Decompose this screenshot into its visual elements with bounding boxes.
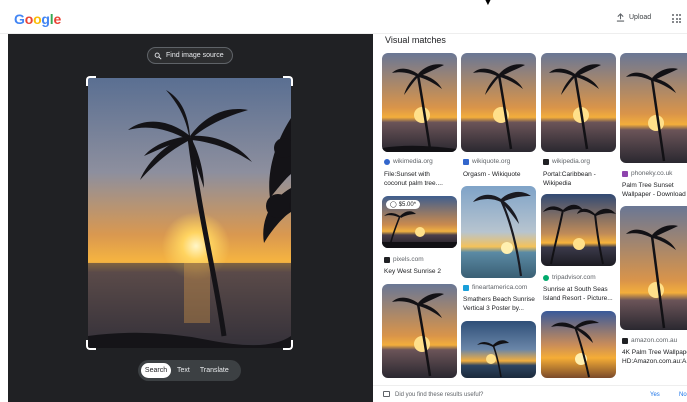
tripadvisor-favicon-icon (543, 274, 549, 281)
visual-matches-heading: Visual matches (385, 35, 446, 45)
result-caption[interactable]: Portal:Caribbean - Wikipedia (543, 170, 613, 188)
result-thumbnail[interactable] (541, 311, 616, 378)
result-site: tripadvisor.com (552, 274, 596, 281)
crop-handle-top-right[interactable] (283, 76, 293, 86)
lens-page: Google ▼ Upload Find image source Search… (0, 0, 687, 402)
result-caption[interactable]: Smathers Beach Sunrise Vertical 3 Poster… (463, 295, 535, 313)
feedback-no-button[interactable]: No (679, 392, 687, 398)
top-bar: Google ▼ Upload (0, 0, 687, 34)
crop-handle-top-left[interactable] (86, 76, 96, 86)
price-value: $5.00* (398, 201, 417, 208)
apps-grid-icon[interactable] (672, 14, 681, 23)
mode-text-button[interactable]: Text (173, 363, 194, 378)
result-thumbnail[interactable] (382, 284, 457, 378)
google-logo[interactable]: Google (14, 11, 61, 27)
site-favicon-icon (384, 158, 390, 165)
site-favicon-icon (463, 284, 469, 291)
result-thumbnail[interactable] (541, 53, 616, 152)
find-image-source-label: Find image source (166, 52, 224, 59)
upload-button[interactable]: Upload (616, 13, 651, 22)
result-caption[interactable]: Palm Tree Sunset Wallpaper - Download (622, 181, 687, 199)
mode-translate-button[interactable]: Translate (196, 363, 233, 378)
result-source[interactable]: wikimedia.org (384, 158, 433, 165)
result-caption[interactable]: Sunrise at South Seas Island Resort - Pi… (543, 285, 615, 303)
result-source[interactable]: fineartamerica.com (463, 284, 527, 291)
feedback-icon (383, 391, 390, 397)
result-site: wikiquote.org (472, 158, 511, 165)
result-site: pixels.com (393, 256, 424, 263)
speaker-favicon-icon (463, 158, 469, 165)
result-thumbnail[interactable] (382, 53, 457, 152)
result-site: wikimedia.org (393, 158, 433, 165)
result-source[interactable]: tripadvisor.com (543, 274, 596, 281)
feedback-question: Did you find these results useful? (395, 392, 484, 398)
result-source[interactable]: wikiquote.org (463, 158, 510, 165)
upload-icon (616, 13, 625, 22)
upload-label: Upload (629, 14, 652, 21)
result-source[interactable]: phoneky.co.uk (622, 170, 672, 177)
site-favicon-icon (384, 256, 390, 263)
result-caption[interactable]: File:Sunset with coconut palm tree.... (384, 170, 454, 188)
lens-search-icon (154, 52, 162, 60)
result-thumbnail[interactable] (461, 186, 536, 278)
amazon-favicon-icon (622, 337, 628, 344)
result-thumbnail[interactable]: ◯ $5.00* (382, 196, 457, 248)
lens-mode-switcher: Search Text Translate (138, 360, 241, 381)
result-source[interactable]: amazon.com.au (622, 337, 677, 344)
selected-photo[interactable] (88, 78, 291, 348)
result-caption[interactable]: Key West Sunrise 2 (384, 267, 456, 276)
mode-search-button[interactable]: Search (141, 363, 171, 378)
find-image-source-button[interactable]: Find image source (147, 47, 233, 64)
result-thumbnail[interactable] (620, 53, 687, 163)
phoneky-favicon-icon (622, 170, 628, 177)
cursor-icon: ▼ (482, 0, 494, 8)
result-thumbnail[interactable] (461, 53, 536, 152)
result-caption[interactable]: 4K Palm Tree Wallpaper HD:Amazon.com.au:… (622, 348, 687, 366)
result-site: wikipedia.org (552, 158, 590, 165)
wikipedia-favicon-icon (543, 158, 549, 165)
crop-handle-bottom-right[interactable] (283, 340, 293, 350)
result-caption[interactable]: Orgasm - Wikiquote (463, 170, 535, 179)
result-source[interactable]: pixels.com (384, 256, 424, 263)
crop-handle-bottom-left[interactable] (86, 340, 96, 350)
result-site: phoneky.co.uk (631, 170, 673, 177)
result-site: fineartamerica.com (472, 284, 528, 291)
feedback-yes-button[interactable]: Yes (650, 392, 660, 398)
feedback-bar: Did you find these results useful? Yes N… (373, 385, 687, 402)
price-badge: ◯ $5.00* (386, 200, 421, 209)
result-thumbnail[interactable] (620, 206, 687, 330)
result-site: amazon.com.au (631, 337, 678, 344)
result-source[interactable]: wikipedia.org (543, 158, 590, 165)
price-tag-icon: ◯ (390, 202, 397, 208)
result-thumbnail[interactable] (461, 321, 536, 378)
result-thumbnail[interactable] (541, 194, 616, 266)
